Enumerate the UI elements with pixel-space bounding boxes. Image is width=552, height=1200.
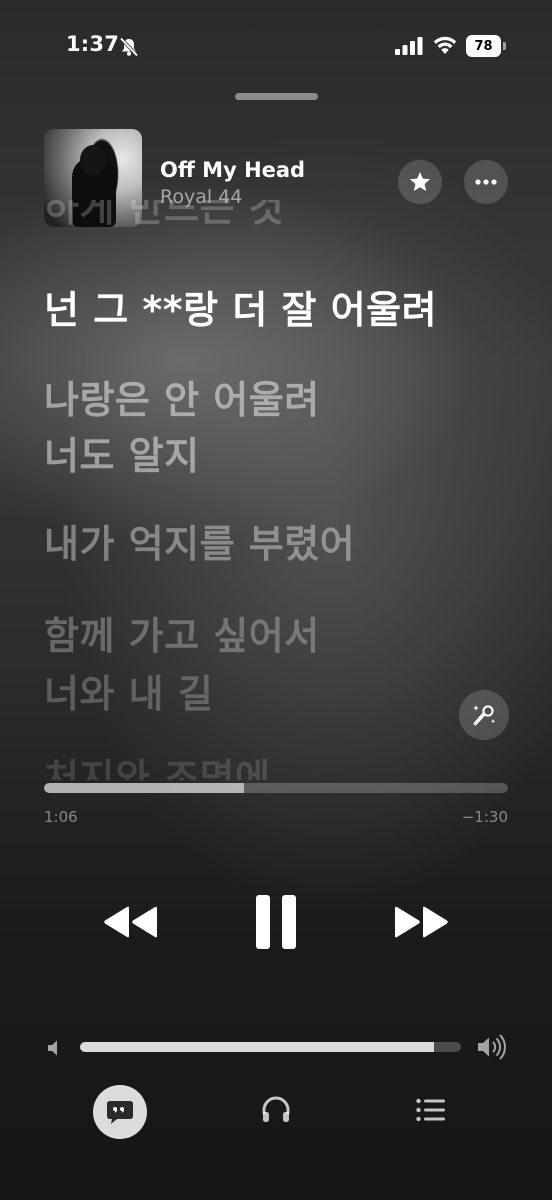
battery-icon: 78	[466, 35, 506, 57]
bell-slash-icon	[119, 37, 139, 57]
status-time: 1:37	[66, 32, 120, 56]
battery-cap	[503, 42, 506, 50]
lyric-line[interactable]: 함께 가고 싶어서	[44, 610, 320, 662]
lyric-line-previous[interactable]: 하게 만드는 것	[44, 200, 284, 234]
volume-slider[interactable]	[80, 1042, 461, 1052]
microphone-sparkle-icon	[473, 705, 496, 726]
wifi-icon	[433, 36, 457, 54]
favorite-button[interactable]	[398, 160, 442, 204]
lyrics-tab-button[interactable]	[93, 1085, 147, 1139]
sheet-grabber[interactable]	[235, 93, 318, 100]
fast-forward-button[interactable]	[390, 896, 454, 948]
remaining-time: −1:30	[461, 808, 508, 826]
rewind-icon	[104, 906, 157, 938]
airplay-audio-icon	[262, 1096, 290, 1122]
status-bar: 1:37 78	[0, 0, 552, 90]
more-options-button[interactable]	[464, 160, 508, 204]
volume-fill	[80, 1042, 435, 1052]
playback-progress-fill	[44, 783, 244, 793]
sing-button[interactable]	[459, 690, 509, 740]
ellipsis-icon	[475, 179, 497, 185]
cellular-signal-icon	[395, 37, 423, 55]
playback-scrubber[interactable]	[44, 783, 508, 793]
pause-button[interactable]	[246, 886, 306, 958]
volume-low-icon	[48, 1040, 57, 1056]
queue-list-icon	[416, 1098, 445, 1122]
rewind-button[interactable]	[98, 896, 162, 948]
lyric-line[interactable]: 처지와 조명에	[44, 752, 271, 780]
battery-level: 78	[474, 38, 493, 54]
artwork-head	[80, 145, 106, 175]
queue-button[interactable]	[411, 1090, 451, 1130]
lyric-line-current[interactable]: 넌 그 **랑 더 잘 어울려	[44, 284, 437, 336]
pause-icon	[256, 895, 296, 949]
now-playing-screen: 1:37 78 Off My Head Royal 44 하게 만드는 것 넌 …	[0, 0, 552, 1200]
fast-forward-icon	[395, 906, 448, 938]
lyric-line[interactable]: 너도 알지	[44, 430, 200, 482]
elapsed-time: 1:06	[44, 808, 78, 826]
song-title[interactable]: Off My Head	[160, 158, 305, 182]
lyric-line[interactable]: 내가 억지를 부렸어	[44, 518, 355, 570]
lyrics-quote-icon	[107, 1101, 133, 1124]
star-icon	[410, 172, 430, 191]
airplay-audio-button[interactable]	[256, 1090, 296, 1130]
lyric-line[interactable]: 너와 내 길	[44, 668, 213, 720]
lyrics-view[interactable]: 하게 만드는 것 넌 그 **랑 더 잘 어울려 나랑은 안 어울려 너도 알지…	[44, 200, 514, 780]
battery-body: 78	[466, 35, 501, 57]
lyric-line[interactable]: 나랑은 안 어울려	[44, 374, 320, 426]
volume-high-icon	[478, 1034, 506, 1060]
